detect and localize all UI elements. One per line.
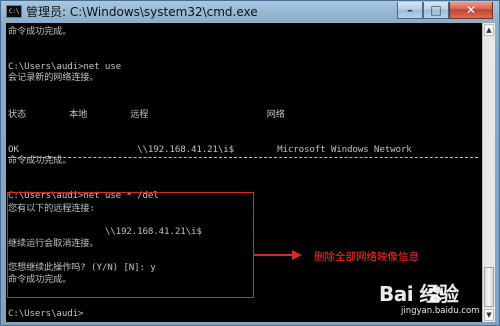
red-arrow-icon <box>254 250 302 260</box>
baidu-paw-icon <box>428 285 444 303</box>
maximize-icon: □ <box>430 3 442 17</box>
window-controls: – □ ✕ <box>397 2 493 20</box>
console-line: OK \\192.168.41.21\i$ Microsoft Windows … <box>8 144 412 155</box>
console-line: C:\Users\audi>net use <box>8 61 122 72</box>
console-line: 会记录新的网络连接。 <box>8 72 99 83</box>
console-line: 命令成功完成。 <box>8 26 72 37</box>
scroll-up-button[interactable]: ▲ <box>484 24 494 36</box>
minimize-button[interactable]: – <box>397 2 423 19</box>
close-button[interactable]: ✕ <box>449 2 493 19</box>
watermark-brand: Bai 经验 <box>379 282 459 306</box>
vertical-scrollbar[interactable]: ▲ ▼ <box>482 23 495 322</box>
window-titlebar[interactable]: C:\ 管理员: C:\Windows\system32\cmd.exe – □… <box>1 1 499 23</box>
annotation-label: 删除全部网络映像信息 <box>314 251 419 263</box>
table-divider <box>8 157 478 158</box>
close-icon: ✕ <box>465 3 477 17</box>
watermark-site: jingyan.baidu.com <box>401 306 480 316</box>
console-line: 状态 本地 远程 网络 <box>8 109 285 120</box>
highlight-box <box>7 192 254 298</box>
command-prompt-icon: C:\ <box>6 5 22 18</box>
maximize-button[interactable]: □ <box>423 2 449 19</box>
baidu-jingyan-watermark: Bai 经验 jingyan.baidu.com <box>377 283 493 322</box>
minimize-icon: – <box>407 3 413 17</box>
window-title: 管理员: C:\Windows\system32\cmd.exe <box>26 5 258 19</box>
console-prompt: C:\Users\audi> <box>8 308 84 319</box>
console-line: 命令成功完成。 <box>8 155 72 166</box>
